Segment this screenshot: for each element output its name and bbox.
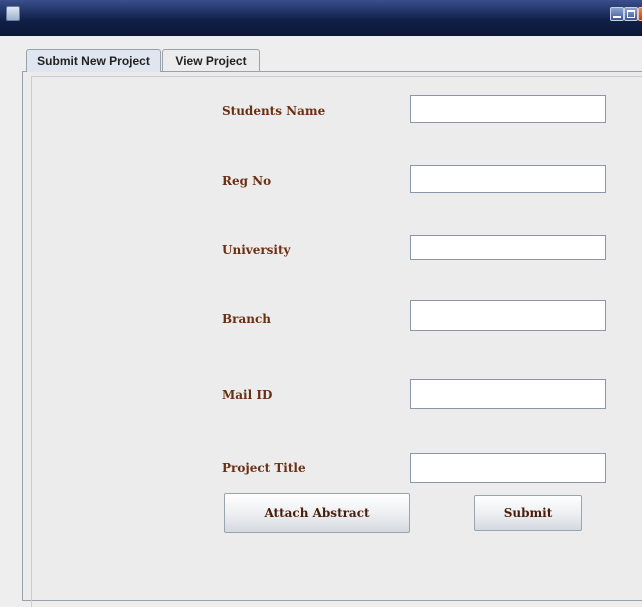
window-title-bar[interactable] <box>0 0 642 36</box>
university-input[interactable] <box>410 235 606 260</box>
reg-no-label: Reg No <box>222 174 272 188</box>
tab-submit-new-project[interactable]: Submit New Project <box>26 49 161 72</box>
students-name-label: Students Name <box>222 104 326 118</box>
project-title-input[interactable] <box>410 453 606 483</box>
university-label: University <box>222 243 291 257</box>
students-name-input[interactable] <box>410 95 606 123</box>
mail-id-input[interactable] <box>410 379 606 409</box>
close-icon[interactable] <box>638 7 642 21</box>
project-title-label: Project Title <box>222 461 306 475</box>
minimize-icon[interactable] <box>610 7 624 21</box>
mail-id-label: Mail ID <box>222 388 273 402</box>
branch-input[interactable] <box>410 300 606 331</box>
tab-view-project[interactable]: View Project <box>162 49 260 71</box>
reg-no-input[interactable] <box>410 165 606 193</box>
java-app-icon <box>6 6 20 21</box>
branch-label: Branch <box>222 312 271 326</box>
maximize-icon[interactable] <box>624 7 638 21</box>
attach-abstract-button[interactable]: Attach Abstract <box>224 493 410 533</box>
submit-button[interactable]: Submit <box>474 495 582 531</box>
